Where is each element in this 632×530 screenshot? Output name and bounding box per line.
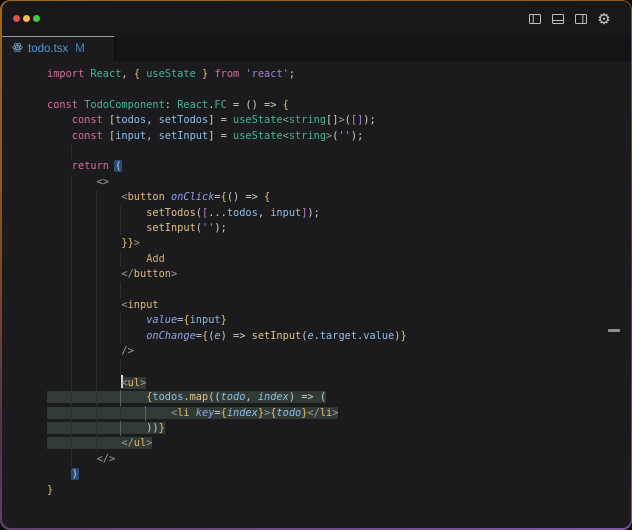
code-line[interactable]: <ul> — [47, 375, 631, 390]
zoom-button[interactable] — [33, 15, 40, 22]
code-line[interactable]: </button> — [47, 267, 631, 282]
code-line[interactable]: return ( — [47, 159, 631, 174]
code-line[interactable]: <> — [47, 175, 631, 190]
code-line[interactable]: ))} — [47, 421, 631, 436]
code-line[interactable]: const [todos, setTodos] = useState<strin… — [47, 113, 631, 128]
code-line[interactable] — [47, 144, 631, 159]
customize-layout-gear-icon[interactable]: ⚙ — [597, 12, 611, 26]
code-line[interactable]: } — [47, 483, 631, 498]
code-line[interactable]: setTodos([...todos, input]); — [47, 206, 631, 221]
code-line[interactable]: </> — [47, 452, 631, 467]
close-button[interactable] — [13, 15, 20, 22]
code-line[interactable]: value={input} — [47, 313, 631, 328]
traffic-lights — [2, 15, 40, 22]
toggle-primary-sidebar-icon[interactable] — [528, 12, 542, 26]
code-line[interactable] — [47, 82, 631, 97]
code-line[interactable]: const TodoComponent: React.FC = () => { — [47, 98, 631, 113]
code-line[interactable]: /> — [47, 344, 631, 359]
code-area[interactable]: import React, { useState } from 'react';… — [2, 61, 631, 498]
titlebar[interactable]: ⚙ — [2, 1, 631, 36]
code-editor-window: ⚙ todo.tsx M — [2, 1, 631, 528]
code-line[interactable] — [47, 359, 631, 374]
code-line[interactable]: <li key={index}>{todo}</li> — [47, 406, 631, 421]
toggle-secondary-sidebar-icon[interactable] — [574, 12, 588, 26]
code-line[interactable]: </ul> — [47, 436, 631, 451]
toggle-panel-icon[interactable] — [551, 12, 565, 26]
react-file-icon — [12, 42, 23, 56]
code-line[interactable]: const [input, setInput] = useState<strin… — [47, 129, 631, 144]
code-line[interactable] — [47, 282, 631, 297]
code-line[interactable]: setInput(''); — [47, 221, 631, 236]
code-line[interactable]: {todos.map((todo, index) => ( — [47, 390, 631, 405]
tab-filename: todo.tsx — [28, 43, 68, 55]
code-line[interactable]: import React, { useState } from 'react'; — [47, 67, 631, 82]
code-line[interactable]: <button onClick={() => { — [47, 190, 631, 205]
overview-ruler-marker[interactable] — [608, 329, 620, 332]
code-line[interactable]: Add — [47, 252, 631, 267]
code-line[interactable]: onChange={(e) => setInput(e.target.value… — [47, 329, 631, 344]
minimize-button[interactable] — [23, 15, 30, 22]
window-frame: ⚙ todo.tsx M — [0, 0, 632, 530]
code-line[interactable]: <input — [47, 298, 631, 313]
code-line[interactable]: ) — [47, 467, 631, 482]
code-line[interactable]: }}> — [47, 236, 631, 251]
tab-todo-tsx[interactable]: todo.tsx M — [2, 36, 115, 61]
tab-bar: todo.tsx M — [2, 36, 631, 61]
git-modified-badge: M — [75, 43, 85, 55]
editor-pane[interactable]: import React, { useState } from 'react';… — [2, 61, 631, 528]
